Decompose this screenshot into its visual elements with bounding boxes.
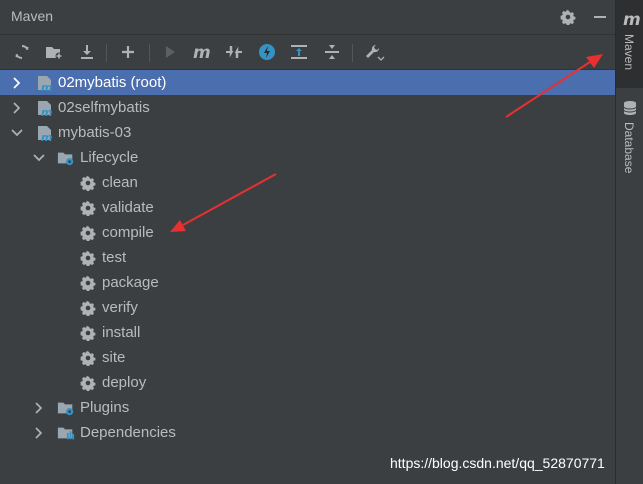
watermark-text: https://blog.csdn.net/qq_52870771 (390, 455, 605, 471)
tree-item-goal[interactable]: site (0, 345, 615, 370)
chevron-right-icon[interactable] (10, 76, 24, 90)
maven-tab-label: Maven (622, 34, 636, 71)
tree-item-goal[interactable]: clean (0, 170, 615, 195)
tree-item-goal[interactable]: install (0, 320, 615, 345)
maven-toolbar: m (0, 35, 615, 70)
tree-item-plugins[interactable]: Plugins (0, 395, 615, 420)
toggle-offline-icon[interactable] (222, 40, 246, 64)
maven-side-tab[interactable]: m Maven (616, 0, 643, 88)
maven-tool-window: Maven m m 02mybatis (root) m 02selfmybat… (0, 0, 615, 484)
tree-item-goal[interactable]: validate (0, 195, 615, 220)
lifecycle-label: Lifecycle (80, 149, 139, 166)
maven-module-icon: m (36, 99, 54, 117)
dependencies-folder-icon (57, 424, 75, 442)
svg-text:m: m (193, 43, 211, 61)
goal-label: compile (102, 224, 154, 241)
chevron-down-icon[interactable] (32, 151, 46, 165)
chevron-right-icon[interactable] (10, 101, 24, 115)
tool-window-header: Maven (0, 0, 615, 35)
toolbar-divider (352, 44, 353, 62)
tool-window-title: Maven (11, 8, 54, 24)
goal-label: package (102, 274, 159, 291)
chevron-right-icon[interactable] (32, 401, 46, 415)
project-label: 02mybatis (root) (58, 74, 167, 91)
gear-icon (79, 224, 97, 242)
tree-item-project[interactable]: m 02mybatis (root) (0, 70, 615, 95)
svg-text:m: m (41, 106, 52, 117)
project-label: mybatis-03 (58, 124, 132, 141)
plus-icon[interactable] (116, 40, 140, 64)
toolbar-divider (106, 44, 107, 62)
tree-item-project[interactable]: m mybatis-03 (0, 120, 615, 145)
goal-label: deploy (102, 374, 147, 391)
project-label: 02selfmybatis (58, 99, 150, 116)
goal-label: test (102, 249, 127, 266)
tree-item-project[interactable]: m 02selfmybatis (0, 95, 615, 120)
skip-tests-icon[interactable] (255, 40, 279, 64)
minimize-icon[interactable] (589, 6, 611, 28)
svg-text:m: m (41, 131, 52, 142)
tree-item-goal[interactable]: compile (0, 220, 615, 245)
svg-text:m: m (41, 81, 52, 92)
add-folder-icon[interactable] (42, 40, 66, 64)
gear-icon (79, 199, 97, 217)
chevron-down-icon[interactable] (10, 126, 24, 140)
maven-goal-icon[interactable]: m (190, 40, 214, 64)
gear-icon (79, 274, 97, 292)
maven-module-icon: m (36, 74, 54, 92)
run-icon[interactable] (158, 40, 182, 64)
toolbar-divider (149, 44, 150, 62)
gear-icon (79, 349, 97, 367)
maven-m-icon: m (623, 10, 641, 30)
gear-icon (79, 174, 97, 192)
settings-wrench-icon[interactable] (362, 40, 386, 64)
collapse-all-icon[interactable] (320, 40, 344, 64)
gear-icon (79, 324, 97, 342)
tree-item-goal[interactable]: test (0, 245, 615, 270)
database-tab-label: Database (622, 122, 636, 174)
gear-icon[interactable] (557, 6, 579, 28)
goal-label: validate (102, 199, 154, 216)
goal-label: site (102, 349, 126, 366)
lifecycle-folder-icon (57, 149, 75, 167)
reload-icon[interactable] (10, 40, 34, 64)
tree-item-goal[interactable]: deploy (0, 370, 615, 395)
goal-label: clean (102, 174, 138, 191)
maven-module-icon: m (36, 124, 54, 142)
show-dependencies-icon[interactable] (287, 40, 311, 64)
gear-icon (79, 249, 97, 267)
tree-item-goal[interactable]: verify (0, 295, 615, 320)
gear-icon (79, 299, 97, 317)
goal-label: install (102, 324, 141, 341)
dependencies-label: Dependencies (80, 424, 176, 441)
database-icon (623, 100, 637, 120)
tree-item-goal[interactable]: package (0, 270, 615, 295)
database-side-tab[interactable]: Database (616, 92, 643, 192)
goal-label: verify (102, 299, 138, 316)
maven-project-tree: m 02mybatis (root) m 02selfmybatis m myb… (0, 70, 615, 450)
tree-item-dependencies[interactable]: Dependencies (0, 420, 615, 445)
chevron-right-icon[interactable] (32, 426, 46, 440)
right-tool-strip: m Maven Database (615, 0, 643, 484)
download-icon[interactable] (75, 40, 99, 64)
gear-icon (79, 374, 97, 392)
plugins-folder-icon (57, 399, 75, 417)
tree-item-lifecycle[interactable]: Lifecycle (0, 145, 615, 170)
plugins-label: Plugins (80, 399, 130, 416)
